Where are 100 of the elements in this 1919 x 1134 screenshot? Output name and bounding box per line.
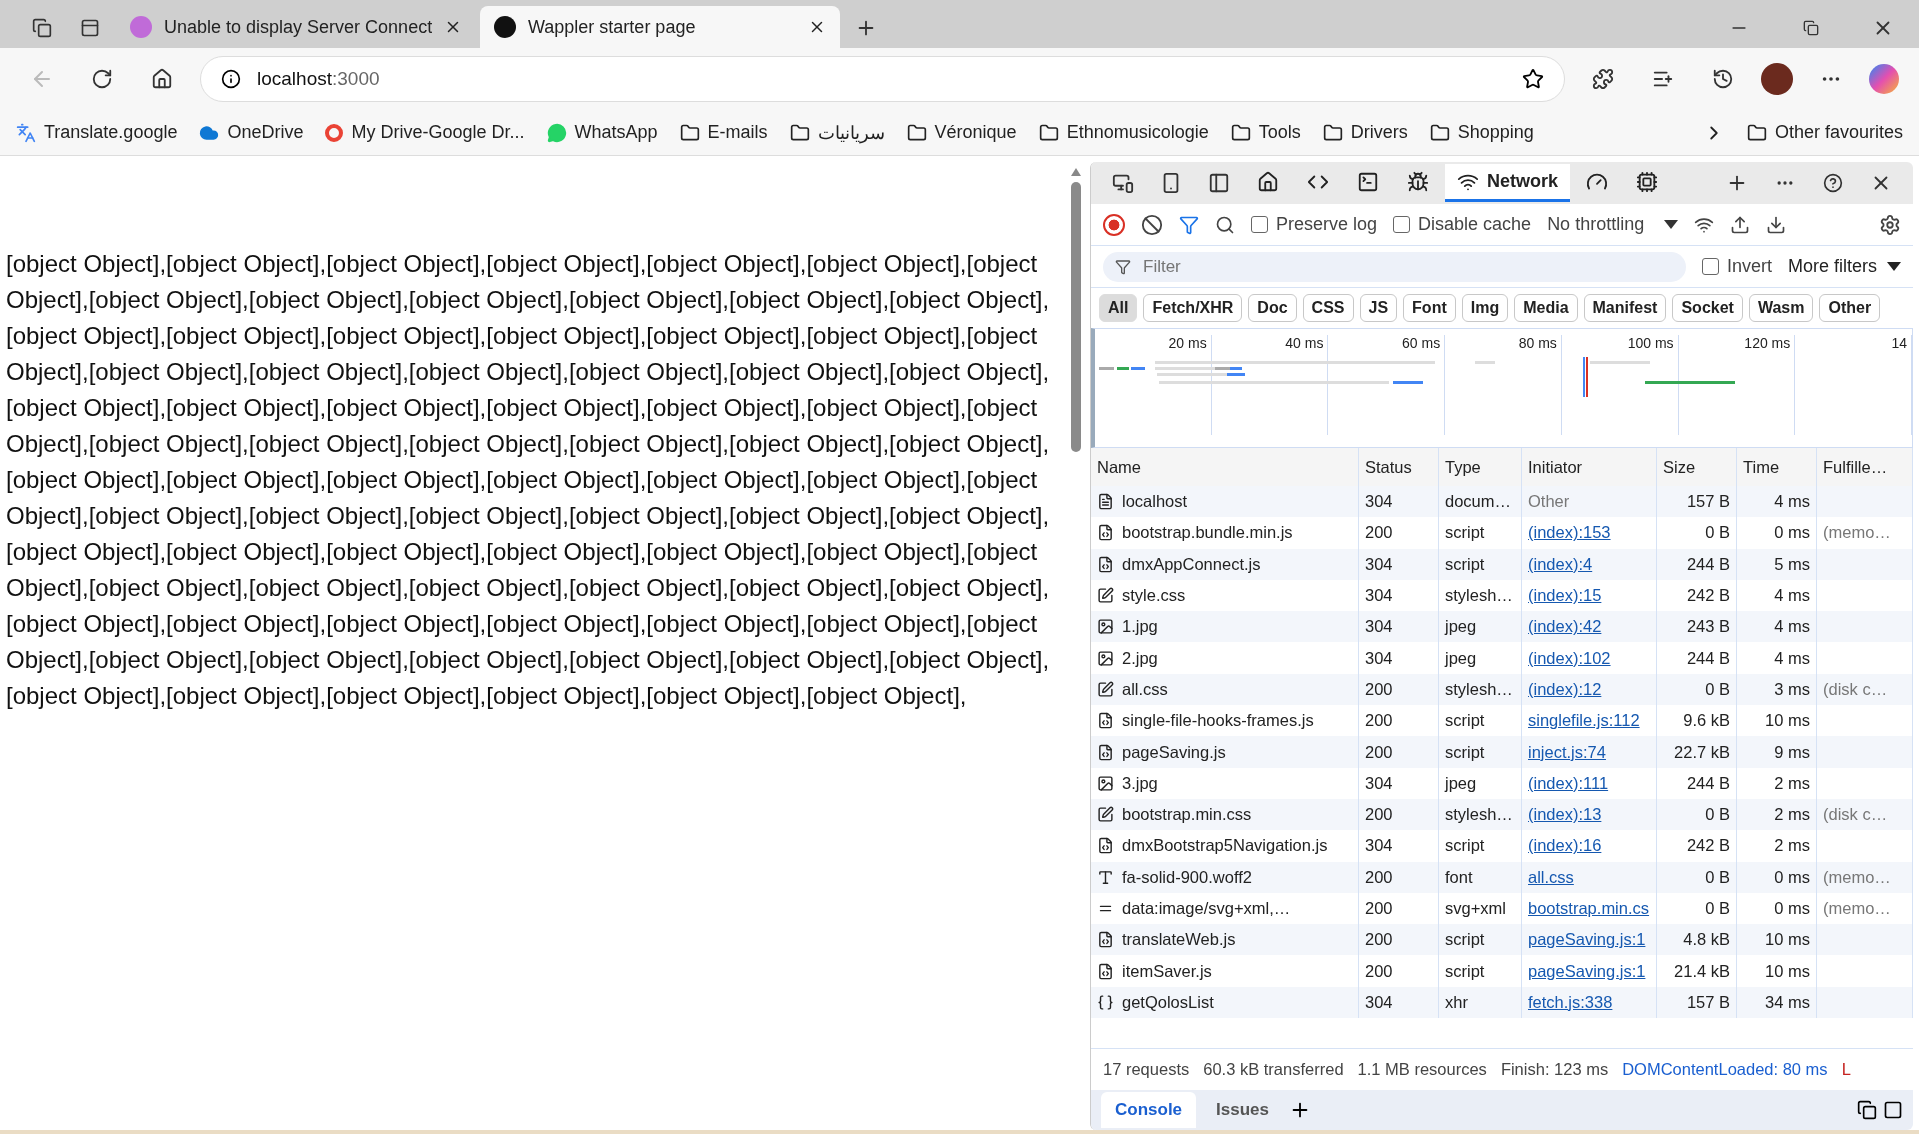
image-icon xyxy=(1097,649,1114,667)
profile-avatar[interactable] xyxy=(1761,63,1793,95)
file-name[interactable]: 1.jpg xyxy=(1122,617,1158,637)
download-icon[interactable] xyxy=(1766,214,1787,235)
bookmark[interactable]: Other favourites xyxy=(1746,122,1903,143)
table-cell: 200 xyxy=(1359,736,1439,768)
undock-icon[interactable] xyxy=(1857,1100,1877,1120)
bookmark[interactable]: E-mails xyxy=(679,122,768,143)
type-filter-chip[interactable]: All xyxy=(1099,294,1138,322)
type-filter-chip[interactable]: Fetch/XHR xyxy=(1143,294,1243,322)
file-name[interactable]: localhost xyxy=(1122,492,1188,512)
record-icon[interactable] xyxy=(1103,213,1125,236)
bookmark[interactable]: Tools xyxy=(1230,122,1301,143)
dock-icon[interactable] xyxy=(1883,1100,1903,1120)
type-filter-chip[interactable]: Img xyxy=(1461,294,1509,322)
file-name[interactable]: all.css xyxy=(1122,679,1168,699)
scroll-up-icon[interactable] xyxy=(1071,168,1081,176)
bookmark[interactable]: Ethnomusicologie xyxy=(1038,122,1209,143)
initiator-link[interactable]: (index):12 xyxy=(1528,679,1602,699)
preserve-log-checkbox[interactable]: Preserve log xyxy=(1251,214,1378,235)
initiator-link[interactable]: (index):13 xyxy=(1528,805,1602,825)
initiator-link[interactable]: (index):4 xyxy=(1528,554,1593,574)
throttling-dropdown[interactable]: No throttling xyxy=(1547,214,1679,235)
initiator-link[interactable]: all.css xyxy=(1528,867,1574,887)
disable-cache-checkbox[interactable]: Disable cache xyxy=(1393,214,1532,235)
type-filter-chip[interactable]: Manifest xyxy=(1583,294,1667,322)
initiator-link[interactable]: fetch.js:338 xyxy=(1528,992,1613,1012)
file-name[interactable]: translateWeb.js xyxy=(1122,930,1236,950)
initiator-link[interactable]: pageSaving.js:1 xyxy=(1528,930,1646,950)
settings-icon[interactable] xyxy=(1879,213,1901,236)
initiator-link[interactable]: inject.js:74 xyxy=(1528,742,1606,762)
bookmark[interactable]: WhatsApp xyxy=(546,122,658,143)
initiator-link[interactable]: (index):102 xyxy=(1528,648,1611,668)
address-bar[interactable]: localhost:3000 xyxy=(200,56,1565,102)
bookmark[interactable]: Translate.google xyxy=(16,122,178,143)
file-name[interactable]: fa-solid-900.woff2 xyxy=(1122,867,1252,887)
code-file-icon xyxy=(1097,837,1114,855)
initiator-link[interactable]: (index):111 xyxy=(1528,773,1609,793)
font-icon xyxy=(1097,868,1114,886)
folder-icon xyxy=(1230,122,1251,143)
translate-icon xyxy=(16,122,36,143)
initiator-link[interactable]: (index):153 xyxy=(1528,523,1611,543)
file-name[interactable]: dmxAppConnect.js xyxy=(1122,554,1261,574)
file-name[interactable]: bootstrap.bundle.min.js xyxy=(1122,523,1293,543)
file-name[interactable]: getQolosList xyxy=(1122,992,1214,1012)
initiator-link[interactable]: bootstrap.min.cs xyxy=(1528,899,1650,918)
file-name[interactable]: pageSaving.js xyxy=(1122,742,1226,762)
filter-icon[interactable] xyxy=(1179,214,1199,235)
invert-checkbox[interactable]: Invert xyxy=(1701,256,1772,277)
type-filter-chip[interactable]: Wasm xyxy=(1748,294,1814,322)
file-name[interactable]: bootstrap.min.css xyxy=(1122,805,1252,825)
upload-icon[interactable] xyxy=(1730,214,1751,235)
file-name[interactable]: dmxBootstrap5Navigation.js xyxy=(1122,836,1328,856)
table-cell: font xyxy=(1439,861,1522,893)
search-icon[interactable] xyxy=(1215,214,1235,235)
type-filter-chip[interactable]: Doc xyxy=(1248,294,1297,322)
folder-icon xyxy=(789,122,810,143)
bookmark[interactable]: OneDrive xyxy=(199,122,304,143)
devtools-tab[interactable]: Network xyxy=(1445,164,1570,202)
table-cell: 304 xyxy=(1359,548,1439,580)
table-cell: 0 B xyxy=(1657,517,1737,549)
scrollbar-thumb[interactable] xyxy=(1071,182,1081,452)
summary-text: Finish: 123 ms xyxy=(1500,1060,1609,1079)
type-filter-chip[interactable]: Font xyxy=(1403,294,1456,322)
bookmark[interactable]: سريانيات xyxy=(789,121,885,144)
file-name[interactable]: single-file-hooks-frames.js xyxy=(1122,711,1314,731)
bookmark[interactable]: My Drive-Google Dr... xyxy=(325,122,525,143)
browser-tab[interactable]: Unable to display Server Connect xyxy=(116,6,476,48)
table-cell: 244 B xyxy=(1657,642,1737,674)
initiator-link[interactable]: pageSaving.js:1 xyxy=(1528,961,1646,981)
type-filter-chip[interactable]: JS xyxy=(1359,294,1398,322)
initiator-link[interactable]: (index):16 xyxy=(1528,836,1602,856)
clear-icon[interactable] xyxy=(1141,213,1163,236)
bookmark[interactable]: Véronique xyxy=(906,122,1017,143)
bookmark[interactable]: Drivers xyxy=(1322,122,1408,143)
bookmark[interactable]: Shopping xyxy=(1429,122,1534,143)
drawer-tab[interactable]: Issues xyxy=(1202,1092,1283,1128)
initiator-link[interactable]: singlefile.js:112 xyxy=(1528,711,1640,731)
file-name[interactable]: itemSaver.js xyxy=(1122,961,1212,981)
code-file-icon xyxy=(1097,524,1114,542)
file-name[interactable]: style.css xyxy=(1122,586,1186,606)
file-name[interactable]: data:image/svg+xml,… xyxy=(1122,899,1291,918)
filter-field[interactable]: Filter xyxy=(1103,251,1686,282)
type-filter-chip[interactable]: Other xyxy=(1819,294,1881,322)
browser-tab[interactable]: Wappler starter page xyxy=(480,6,840,48)
page-text: [object Object],[object Object],[object Object],[object Object],[object Object],[object Object],[object Object],[object Object],[object Object],[object Object],[object Object],[object Object],[object Object],[object Object],[object Object],[object Object],[object Object],[object Object],[object Object],[object Object],[object Object],[object Object],[object Object],[object Object],[object Object],[object Object],[object Object],[object Object],[object Object],[object Object],[object Object],[object Object],[object Object],[object Object],[object Object],[object Object],[object Object],[object Object],[object Object],[object Object],[object Object],[object Object],[object Object],[object Object],[object Object],[object Object],[object Object],[object Object],[object Object],[object Object],[object Object],[object Object],[object Object],[object Object],[object Object],[object Object],[object Object],[object Object],[object Object],[object Object],[object Object],[object Object],[object Object],[object Object],[object Object],[object Object],[object Object],[object Object],[object Object],[object Object],[object Object],[object Object],[object Object],[object Object],[object Object],[object Object],[object Object],[object Object],[object Object],[object Object],[object Object],[object Object],[object Object],[object Object], xyxy=(6,249,1051,711)
type-filter-chip[interactable]: Media xyxy=(1514,294,1578,322)
more-filters-dropdown[interactable]: More filters xyxy=(1788,256,1901,277)
file-name[interactable]: 2.jpg xyxy=(1122,648,1158,668)
initiator-link[interactable]: (index):15 xyxy=(1528,586,1602,606)
site-icon xyxy=(494,16,516,38)
initiator-link[interactable]: (index):42 xyxy=(1528,617,1602,637)
type-filter-chip[interactable]: Socket xyxy=(1672,294,1743,322)
code-file-icon xyxy=(1097,962,1114,980)
drawer-tab[interactable]: Console xyxy=(1101,1092,1197,1128)
document-icon xyxy=(1097,493,1114,511)
file-name[interactable]: 3.jpg xyxy=(1122,773,1158,793)
stylesheet-icon xyxy=(1097,680,1114,698)
type-filter-chip[interactable]: CSS xyxy=(1302,294,1354,322)
copilot-icon[interactable] xyxy=(1869,64,1899,94)
